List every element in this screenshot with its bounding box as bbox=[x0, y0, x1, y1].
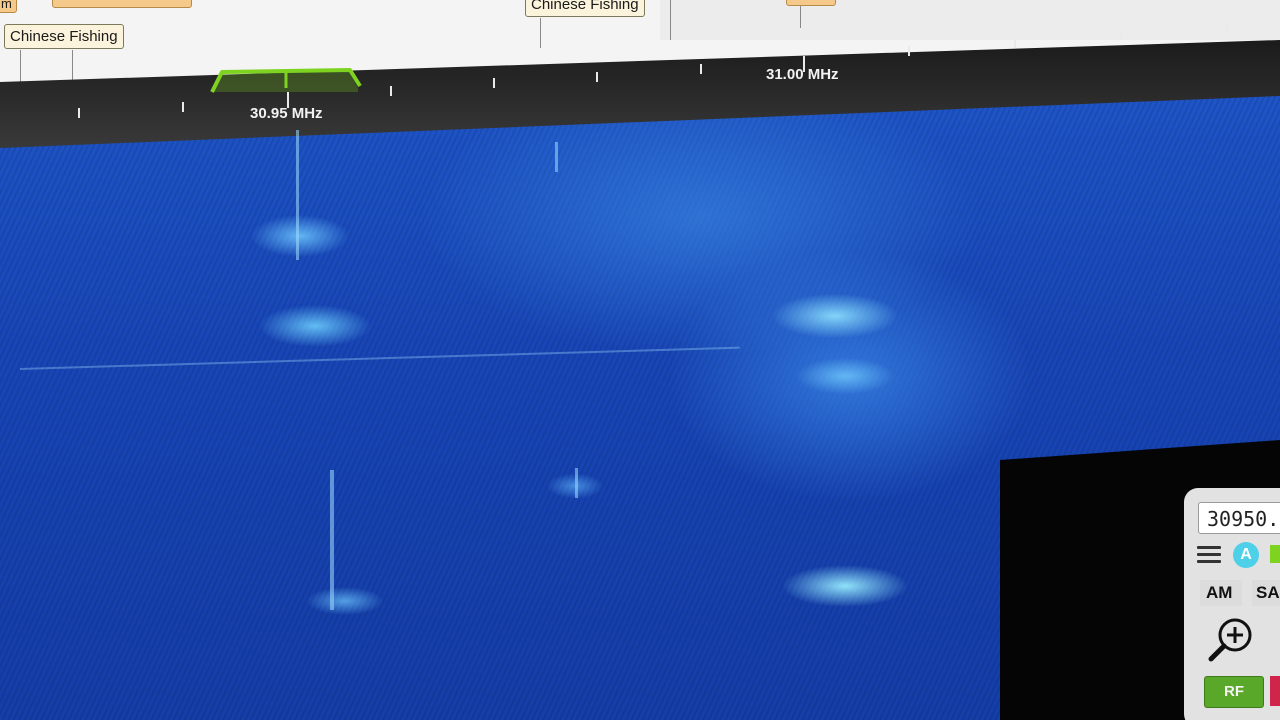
zoom-in-icon[interactable] bbox=[1205, 615, 1257, 667]
signal-trace bbox=[555, 142, 558, 172]
sdr-screen: m Chinese Fishing Chinese Fishing 30.95 … bbox=[0, 0, 1280, 720]
signal-trace bbox=[296, 130, 299, 260]
menu-icon[interactable] bbox=[1197, 546, 1221, 566]
scale-tick bbox=[182, 102, 184, 112]
frequency-input[interactable]: 30950. bbox=[1198, 502, 1280, 534]
scale-tick bbox=[78, 108, 80, 118]
scale-tick bbox=[700, 64, 702, 74]
bookmark-label-chinese-fishing-center[interactable]: Chinese Fishing bbox=[525, 0, 645, 17]
a-button[interactable]: A bbox=[1233, 542, 1259, 568]
mode-am-button[interactable]: AM bbox=[1200, 580, 1242, 606]
scale-tick bbox=[1120, 30, 1122, 40]
bookmark-label-partial[interactable]: m bbox=[0, 0, 17, 13]
bookmark-label-orange[interactable] bbox=[52, 0, 192, 8]
rf-button[interactable]: RF bbox=[1204, 676, 1264, 708]
freq-label-right: 31.00 MHz bbox=[766, 66, 839, 83]
mode-sam-button[interactable]: SA bbox=[1252, 580, 1280, 606]
scale-tick bbox=[390, 86, 392, 96]
signal-trace bbox=[575, 468, 578, 498]
scale-tick bbox=[493, 78, 495, 88]
red-button[interactable] bbox=[1270, 676, 1280, 706]
bookmark-label-orange-right[interactable] bbox=[786, 0, 836, 6]
status-indicator bbox=[1270, 545, 1280, 563]
scale-tick bbox=[1014, 38, 1016, 48]
scale-tick bbox=[596, 72, 598, 82]
freq-label-left: 30.95 MHz bbox=[250, 105, 323, 122]
scale-tick bbox=[1226, 22, 1228, 32]
signal-trace bbox=[330, 470, 334, 610]
passband-indicator[interactable] bbox=[210, 66, 362, 96]
bookmark-label-chinese-fishing-left[interactable]: Chinese Fishing bbox=[4, 24, 124, 49]
scale-tick bbox=[908, 46, 910, 56]
